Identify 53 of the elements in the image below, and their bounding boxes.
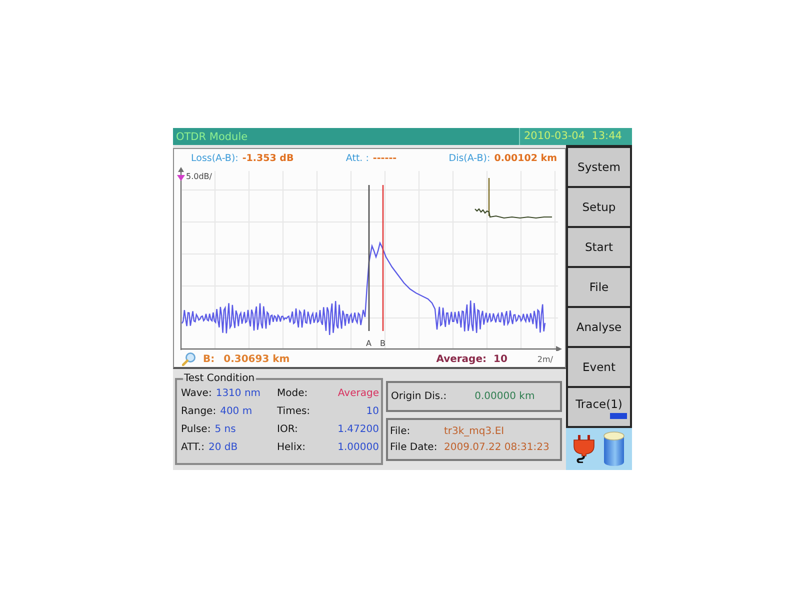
trace-swatch-icon (610, 413, 627, 419)
field-label: Mode: (277, 388, 308, 398)
field-value: 1310 nm (216, 388, 261, 398)
field-label: Range: (181, 406, 216, 416)
origin-label: Origin Dis.: (391, 391, 447, 402)
file-label: File: (390, 426, 412, 437)
readout-label: Att. : (346, 152, 369, 164)
menu-button[interactable]: System (568, 148, 630, 186)
average-value: 10 (494, 354, 508, 364)
file-value: tr3k_mq3.EI (444, 426, 506, 437)
field-label: IOR: (277, 424, 298, 434)
field-label: ATT.: (181, 442, 204, 452)
battery-icon (603, 431, 625, 467)
field-value: 20 dB (208, 442, 238, 452)
field-label: Helix: (277, 442, 306, 452)
marker-icon (177, 175, 185, 181)
cursor-line[interactable] (368, 185, 370, 331)
field-label: Wave: (181, 388, 212, 398)
readout-label: Loss(A-B): (191, 152, 238, 164)
window-title: OTDR Module (175, 130, 248, 142)
average-label: Average: (436, 354, 486, 364)
file-label: File Date: (390, 442, 438, 453)
field-value: 1.00000 (338, 442, 379, 452)
origin-value: 0.00000 km (474, 391, 535, 402)
field-value: 5 ns (214, 424, 236, 434)
field-value: Average (338, 388, 379, 398)
field-label: Pulse: (181, 424, 211, 434)
menu-button[interactable]: File (568, 268, 630, 306)
cursor-position-label: B: (203, 354, 215, 364)
readout-value: -1.353 dB (242, 152, 294, 164)
field-value: 400 m (220, 406, 252, 416)
menu-button[interactable]: Analyse (568, 308, 630, 346)
scale-label: 5.0dB/ (186, 172, 212, 181)
scale-label: 2m/ (537, 354, 553, 364)
field-label: Times: (277, 406, 310, 416)
field-value: 10 (366, 406, 379, 416)
file-value: 2009.07.22 08:31:23 (444, 442, 550, 453)
cursor-position-value: 0.30693 km (224, 354, 290, 364)
menu-button[interactable]: Setup (568, 188, 630, 226)
menu-button[interactable]: Trace(1) (568, 388, 630, 426)
date-time: 2010-03-04 13:44 (519, 128, 632, 145)
field-value: 1.47200 (338, 424, 379, 434)
group-title: Test Condition (183, 373, 256, 384)
menu-button[interactable]: Event (568, 348, 630, 386)
menu-button[interactable]: Start (568, 228, 630, 266)
cursor-label: B (380, 339, 386, 348)
readout-value: 0.00102 km (494, 152, 557, 164)
cursor-line[interactable] (382, 185, 384, 331)
plug-icon (573, 435, 595, 463)
cursor-label: A (366, 339, 372, 348)
readout-label: Dis(A-B): (448, 152, 490, 164)
magnifier-icon (182, 352, 196, 366)
readout-value: ------ (372, 152, 397, 164)
